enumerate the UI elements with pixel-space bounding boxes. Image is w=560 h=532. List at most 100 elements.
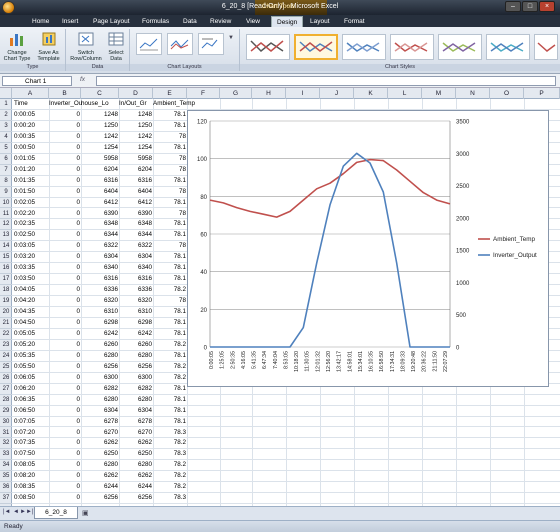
cell[interactable]: 6244 xyxy=(81,482,118,493)
cell[interactable]: 78.2 xyxy=(153,471,186,482)
cell[interactable]: 0 xyxy=(49,285,80,296)
cell[interactable]: 0 xyxy=(49,252,80,263)
row-header[interactable]: 35 xyxy=(0,471,12,483)
row-header[interactable]: 24 xyxy=(0,351,12,362)
cell[interactable]: 6250 xyxy=(119,449,152,460)
row-header[interactable]: 19 xyxy=(0,296,12,308)
cell[interactable]: 6336 xyxy=(119,285,152,296)
cell[interactable]: 6256 xyxy=(81,493,118,504)
cell[interactable]: 0 xyxy=(49,384,80,395)
fx-icon[interactable]: fx xyxy=(80,76,85,83)
cell[interactable]: 0 xyxy=(49,428,80,439)
cell[interactable]: 6298 xyxy=(119,318,152,329)
col-header-e[interactable]: E xyxy=(153,88,187,99)
cell[interactable]: 6280 xyxy=(119,395,152,406)
col-header-j[interactable]: J xyxy=(320,88,354,99)
col-header-n[interactable]: N xyxy=(456,88,490,99)
cell[interactable]: 6280 xyxy=(119,351,152,362)
cell[interactable]: 1250 xyxy=(119,121,152,132)
row-header[interactable]: 25 xyxy=(0,362,12,373)
cell[interactable]: 0 xyxy=(49,373,80,384)
tab-home[interactable]: Home xyxy=(32,16,49,27)
select-all-corner[interactable] xyxy=(0,88,12,99)
cell[interactable]: 0 xyxy=(49,329,80,340)
first-sheet-icon[interactable]: |◄ xyxy=(3,509,11,515)
cell[interactable]: Time xyxy=(14,99,48,110)
cell[interactable]: 0 xyxy=(49,340,80,351)
cell[interactable]: 6262 xyxy=(119,438,152,449)
cell[interactable]: 78.1 xyxy=(153,329,186,340)
cell[interactable]: 0 xyxy=(49,307,80,318)
cell[interactable]: 78.1 xyxy=(153,230,186,241)
cell[interactable]: 6404 xyxy=(119,187,152,198)
cell[interactable]: 6340 xyxy=(81,263,118,274)
cell[interactable]: 78.1 xyxy=(153,110,186,121)
tab-page-layout[interactable]: Page Layout xyxy=(93,16,130,27)
row-header[interactable]: 15 xyxy=(0,252,12,264)
row-header[interactable]: 20 xyxy=(0,307,12,318)
row-header[interactable]: 23 xyxy=(0,340,12,351)
cell[interactable]: 78.1 xyxy=(153,307,186,318)
cell[interactable]: 0:01:20 xyxy=(14,165,48,176)
cell[interactable]: 0 xyxy=(49,198,80,209)
cell[interactable]: 0:00:05 xyxy=(14,110,48,121)
cell[interactable]: 6244 xyxy=(119,482,152,493)
cell[interactable]: 6270 xyxy=(81,428,118,439)
tab-format[interactable]: Format xyxy=(344,16,365,27)
row-header[interactable]: 3 xyxy=(0,121,12,132)
cell[interactable]: 1242 xyxy=(119,132,152,143)
cell[interactable]: 6310 xyxy=(119,307,152,318)
cell[interactable]: 6310 xyxy=(81,307,118,318)
cell[interactable]: 0 xyxy=(49,362,80,373)
cell[interactable]: 0 xyxy=(49,154,80,165)
cell[interactable]: 0:03:20 xyxy=(14,252,48,263)
cell[interactable]: 1254 xyxy=(119,143,152,154)
cell[interactable]: 0 xyxy=(49,318,80,329)
col-header-b[interactable]: B xyxy=(49,88,81,99)
cell[interactable]: In/Out_Gr xyxy=(119,99,152,110)
cell[interactable]: 78.1 xyxy=(153,263,186,274)
cell[interactable]: 6262 xyxy=(119,471,152,482)
row-header[interactable]: 27 xyxy=(0,384,12,395)
cell[interactable]: 78.3 xyxy=(153,493,186,504)
cell[interactable]: 0:00:50 xyxy=(14,143,48,154)
cell[interactable]: 1248 xyxy=(81,110,118,121)
cell[interactable]: 6280 xyxy=(81,395,118,406)
tab-insert[interactable]: Insert xyxy=(62,16,78,27)
cell[interactable]: 0:03:05 xyxy=(14,241,48,252)
chart-layout-3[interactable] xyxy=(198,33,224,55)
chart-style-6[interactable] xyxy=(486,34,530,60)
cell[interactable]: 6256 xyxy=(119,362,152,373)
row-header[interactable]: 34 xyxy=(0,460,12,472)
col-header-f[interactable]: F xyxy=(187,88,220,99)
cell[interactable]: 6316 xyxy=(119,274,152,285)
cell[interactable]: 6280 xyxy=(119,460,152,471)
col-header-g[interactable]: G xyxy=(220,88,252,99)
chart-1[interactable]: 0 20 40 60 80 100 120 0 500 1000 1500 2000 2500 3000 3… xyxy=(187,110,549,387)
row-header[interactable]: 6 xyxy=(0,154,12,165)
cell[interactable]: 6412 xyxy=(81,198,118,209)
cell[interactable]: 6280 xyxy=(81,351,118,362)
row-header[interactable]: 17 xyxy=(0,274,12,286)
cell[interactable]: 78.2 xyxy=(153,460,186,471)
row-header[interactable]: 5 xyxy=(0,143,12,154)
cell[interactable]: 0:06:35 xyxy=(14,395,48,406)
cell[interactable]: 0 xyxy=(49,263,80,274)
save-as-template-button[interactable]: Save As Template xyxy=(33,31,64,62)
cell[interactable]: 6204 xyxy=(81,165,118,176)
cell[interactable]: 78 xyxy=(153,241,186,252)
col-header-h[interactable]: H xyxy=(252,88,286,99)
chart-layout-2[interactable] xyxy=(167,33,193,55)
cell[interactable]: 6262 xyxy=(81,438,118,449)
cell[interactable]: 0:04:05 xyxy=(14,285,48,296)
cell[interactable]: 0 xyxy=(49,176,80,187)
cell[interactable]: 0 xyxy=(49,406,80,417)
cell[interactable]: 6250 xyxy=(81,449,118,460)
row-header[interactable]: 1 xyxy=(0,99,12,110)
cell[interactable]: 0:05:35 xyxy=(14,351,48,362)
cell[interactable]: 6320 xyxy=(119,296,152,307)
cell[interactable]: 0:07:05 xyxy=(14,417,48,428)
cell[interactable]: 0:03:35 xyxy=(14,263,48,274)
select-data-button[interactable]: Select Data xyxy=(104,31,128,62)
cell[interactable]: 0:02:35 xyxy=(14,219,48,230)
